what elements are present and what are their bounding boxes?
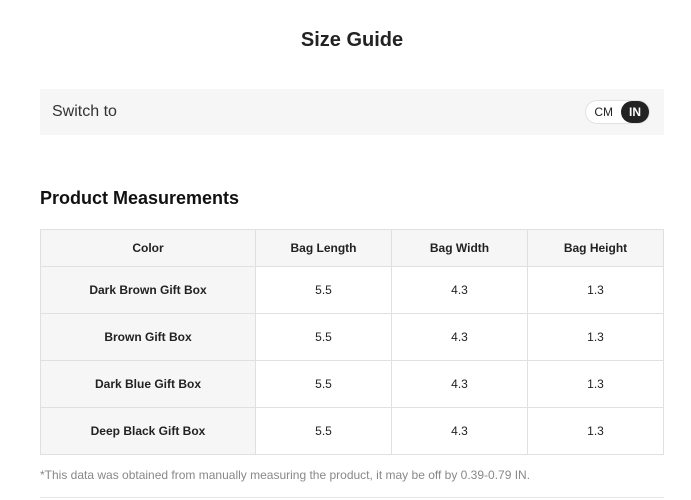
cell-bag-height: 1.3 <box>527 313 664 361</box>
switch-label: Switch to <box>52 103 117 120</box>
row-color: Brown Gift Box <box>40 313 256 361</box>
page-title: Size Guide <box>300 29 404 51</box>
measurements-table: Color Bag Length Bag Width Bag Height Da… <box>40 229 664 455</box>
row-color: Dark Brown Gift Box <box>40 266 256 314</box>
table-row: Dark Blue Gift Box 5.5 4.3 1.3 <box>40 360 664 408</box>
column-header-bag-width: Bag Width <box>391 229 528 267</box>
unit-switch-bar: Switch to CM IN <box>40 89 664 135</box>
measurement-footnote: *This data was obtained from manually me… <box>40 468 531 482</box>
column-header-bag-height: Bag Height <box>527 229 664 267</box>
section-title: Product Measurements <box>40 188 240 208</box>
cell-bag-length: 5.5 <box>255 360 392 408</box>
cell-bag-width: 4.3 <box>391 313 528 361</box>
cell-bag-height: 1.3 <box>527 407 664 455</box>
table-row: Dark Brown Gift Box 5.5 4.3 1.3 <box>40 266 664 314</box>
table-row: Brown Gift Box 5.5 4.3 1.3 <box>40 313 664 361</box>
cell-bag-width: 4.3 <box>391 360 528 408</box>
unit-toggle[interactable]: CM IN <box>585 100 650 124</box>
cell-bag-height: 1.3 <box>527 266 664 314</box>
cell-bag-length: 5.5 <box>255 407 392 455</box>
unit-option-cm[interactable]: CM <box>586 101 621 123</box>
row-color: Deep Black Gift Box <box>40 407 256 455</box>
cell-bag-width: 4.3 <box>391 266 528 314</box>
divider <box>40 497 664 498</box>
cell-bag-height: 1.3 <box>527 360 664 408</box>
cell-bag-length: 5.5 <box>255 313 392 361</box>
table-header-row: Color Bag Length Bag Width Bag Height <box>40 229 664 267</box>
table-row: Deep Black Gift Box 5.5 4.3 1.3 <box>40 407 664 455</box>
row-color: Dark Blue Gift Box <box>40 360 256 408</box>
column-header-color: Color <box>40 229 256 267</box>
column-header-bag-length: Bag Length <box>255 229 392 267</box>
cell-bag-length: 5.5 <box>255 266 392 314</box>
cell-bag-width: 4.3 <box>391 407 528 455</box>
unit-option-in[interactable]: IN <box>621 101 649 123</box>
